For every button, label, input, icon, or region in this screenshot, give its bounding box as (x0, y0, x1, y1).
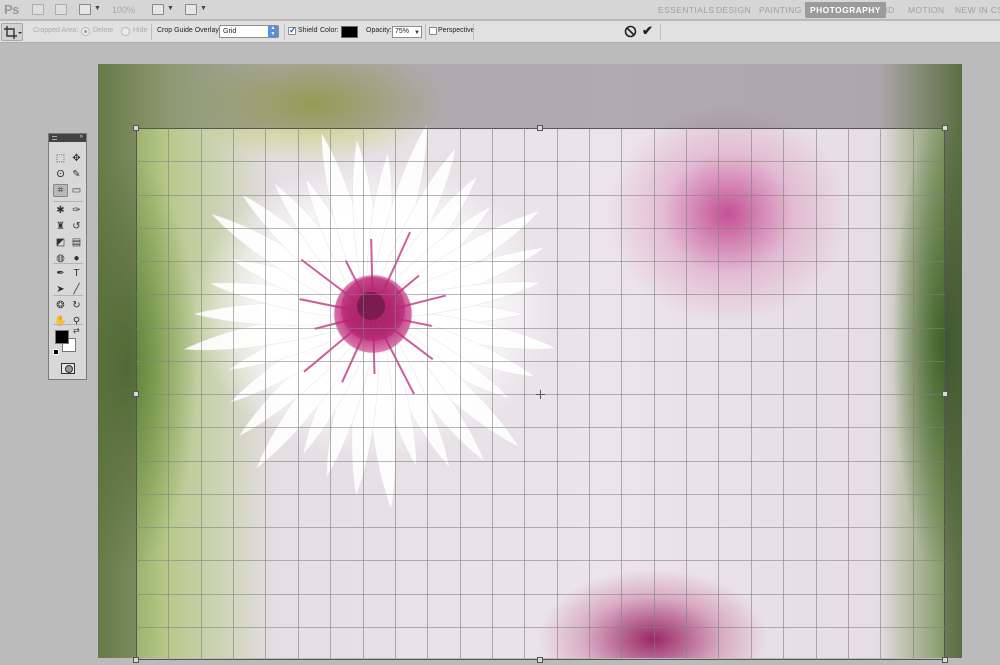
flower-core-shape (357, 292, 385, 320)
rectangular-marquee-tool-icon[interactable]: ⬚ (53, 152, 68, 165)
ruler-tool-icon[interactable]: ▭ (69, 184, 84, 197)
chevron-down-icon[interactable]: ▼ (167, 5, 174, 12)
quick-selection-tool-icon[interactable]: ✎ (69, 168, 84, 181)
separator (660, 24, 661, 40)
separator (151, 24, 152, 40)
default-colors-icon[interactable] (53, 349, 59, 355)
opacity-label: Opacity: (366, 27, 392, 34)
move-tool-icon[interactable]: ✥ (69, 152, 84, 165)
workspace-new-in-cs5[interactable]: NEW IN CS5 (950, 2, 1000, 18)
select-stepper-icon: ▲ ▼ (268, 25, 278, 37)
workspace-painting[interactable]: PAINTING (754, 2, 807, 18)
crop-handle-top[interactable] (537, 125, 543, 131)
crop-handle-bottom-right[interactable] (942, 657, 948, 663)
tools-panel-header[interactable]: » (49, 134, 86, 142)
history-brush-icon[interactable]: ↺ (69, 220, 84, 233)
lasso-tool-icon[interactable]: ʘ (53, 168, 68, 181)
photoshop-logo: Ps (4, 2, 19, 17)
commit-crop-button[interactable]: ✔ (642, 23, 656, 39)
workspace-essentials[interactable]: ESSENTIALS (653, 2, 719, 18)
spot-healing-brush-icon[interactable]: ✱ (53, 204, 68, 217)
crop-guide-overlay-value: Grid (223, 28, 237, 35)
delete-radio[interactable] (81, 27, 90, 36)
zoom-level[interactable]: 100% (112, 5, 135, 15)
eraser-tool-icon[interactable]: ◩ (53, 236, 68, 249)
separator (53, 295, 83, 296)
gradient-tool-icon[interactable]: ▤ (69, 236, 84, 249)
crop-tool-icon[interactable]: ⌗ (53, 184, 68, 197)
separator (425, 24, 426, 40)
crop-handle-bottom[interactable] (537, 657, 543, 663)
pen-tool-icon[interactable]: ✒ (53, 267, 68, 280)
tools-panel: » ⬚ ✥ ʘ ✎ ⌗ ▭ ✱ ✑ ♜ ↺ ◩ ▤ ◍ ● ✒ T ➤ ╱ ❂ ↻ ✋ ⚲ ⇄ (48, 133, 87, 380)
opacity-field[interactable]: 75% ▼ (392, 26, 422, 38)
cancel-crop-button[interactable] (624, 25, 637, 38)
clone-stamp-tool-icon[interactable]: ♜ (53, 220, 68, 233)
chevron-down-icon[interactable]: ▼ (94, 5, 101, 12)
workspace-photography[interactable]: PHOTOGRAPHY (805, 2, 886, 18)
opacity-value: 75% (395, 28, 410, 35)
view-extras-icon[interactable] (79, 4, 91, 15)
application-bar: Ps ▼ 100% ▼ ▼ ESSENTIALS DESIGN PAINTING… (0, 0, 1000, 20)
collapse-icon[interactable]: » (80, 134, 83, 140)
workspace-design[interactable]: DESIGN (711, 2, 756, 18)
foreground-color-swatch[interactable] (55, 330, 69, 344)
hand-tool-icon[interactable]: ✋ (53, 315, 68, 328)
document-image[interactable] (98, 64, 962, 658)
brush-tool-icon[interactable]: ✑ (69, 204, 84, 217)
hide-label: Hide (133, 27, 148, 34)
crop-handle-bottom-left[interactable] (133, 657, 139, 663)
separator (53, 201, 83, 202)
perspective-checkbox[interactable] (429, 27, 437, 35)
crop-handle-left[interactable] (133, 391, 139, 397)
crop-guide-overlay-label: Crop Guide Overlay: (157, 27, 221, 34)
workspace-3d[interactable]: 3D (878, 2, 900, 18)
separator (53, 324, 83, 325)
crop-tool-icon (4, 26, 22, 39)
3d-rotate-tool-icon[interactable]: ❂ (53, 299, 68, 312)
crop-guide-overlay-select[interactable]: Grid ▲ ▼ (219, 25, 279, 38)
screen-mode-icon[interactable] (185, 4, 197, 15)
chevron-down-icon[interactable]: ▼ (414, 28, 420, 38)
grip-icon (52, 136, 57, 140)
separator (284, 24, 285, 40)
mini-bridge-icon[interactable] (55, 4, 67, 15)
cropped-area-label: Cropped Area: (33, 27, 79, 34)
crop-center-point[interactable] (536, 390, 545, 399)
perspective-label: Perspective (438, 27, 475, 34)
delete-label: Delete (93, 27, 114, 34)
shield-label: Shield (298, 27, 318, 34)
crop-handle-right[interactable] (942, 391, 948, 397)
shield-checkbox[interactable] (288, 25, 297, 36)
flower-petals-image (183, 121, 558, 511)
3d-orbit-tool-icon[interactable]: ↻ (69, 299, 84, 312)
tool-preset-picker[interactable] (1, 23, 23, 41)
workspace-motion[interactable]: MOTION (903, 2, 949, 18)
chevron-down-icon[interactable]: ▼ (200, 5, 207, 12)
document-canvas-area[interactable] (0, 44, 1000, 665)
bridge-icon[interactable] (32, 4, 44, 15)
crop-handle-top-right[interactable] (942, 125, 948, 131)
shield-color-swatch[interactable] (341, 26, 358, 38)
tool-options-bar: Cropped Area: Delete Hide Crop Guide Ove… (0, 21, 1000, 43)
quick-mask-icon[interactable] (61, 363, 75, 374)
shield-color-label: Color: (320, 27, 339, 34)
separator (473, 24, 474, 40)
crop-handle-top-left[interactable] (133, 125, 139, 131)
hide-radio[interactable] (121, 27, 130, 36)
separator (53, 263, 83, 264)
swap-colors-icon[interactable]: ⇄ (73, 326, 80, 335)
arrange-documents-icon[interactable] (152, 4, 164, 15)
type-tool-icon[interactable]: T (69, 267, 84, 280)
